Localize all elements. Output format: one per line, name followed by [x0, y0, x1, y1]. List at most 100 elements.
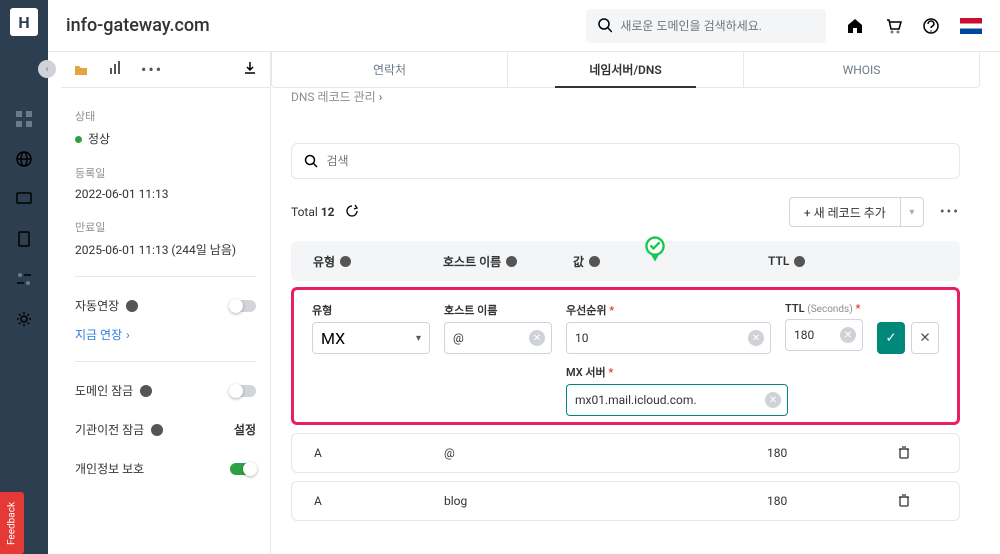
editor-host-label: 호스트 이름	[444, 302, 552, 318]
clear-icon[interactable]: ✕	[529, 330, 545, 346]
registered-value: 2022-06-01 11:13	[75, 187, 256, 201]
privacy-toggle[interactable]	[230, 463, 256, 475]
tab-nameserver-dns[interactable]: 네임서버/DNS	[508, 52, 744, 87]
auto-renew-label: 자동연장	[75, 297, 119, 314]
column-ttl: TTL	[768, 254, 898, 268]
confirm-button[interactable]: ✓	[877, 322, 905, 354]
verified-badge-icon	[641, 236, 669, 264]
left-panel: 상태 정상 등록일 2022-06-01 11:13 만료일 2025-06-0…	[61, 88, 271, 554]
info-icon[interactable]	[793, 255, 806, 268]
toggles-icon[interactable]	[15, 270, 33, 288]
list-header: Total 12 + 새 레코드 추가 ▾ •••	[291, 197, 960, 227]
renew-now-link[interactable]: 지금 연장 ›	[75, 326, 256, 343]
brand-logo[interactable]: H	[10, 8, 38, 36]
delete-button[interactable]	[897, 493, 937, 510]
tab-whois[interactable]: WHOIS	[744, 52, 979, 87]
record-total: Total 12	[291, 205, 335, 219]
editor-mx-input-wrap: ✕	[566, 384, 788, 416]
auto-renew-row: 자동연장	[75, 297, 256, 314]
add-record-button[interactable]: + 새 레코드 추가	[789, 197, 900, 227]
auto-renew-toggle[interactable]	[230, 300, 256, 312]
globe-icon[interactable]	[15, 150, 33, 168]
clear-icon[interactable]: ✕	[748, 330, 764, 346]
domain-lock-row: 도메인 잠금	[75, 382, 256, 399]
tab-contacts[interactable]: 연락처	[272, 52, 508, 87]
chevron-down-icon: ▾	[416, 333, 421, 344]
dashboard-icon[interactable]	[15, 110, 33, 128]
home-icon[interactable]	[846, 17, 864, 35]
row-type: A	[314, 494, 444, 508]
gear-icon[interactable]	[15, 310, 33, 328]
search-icon	[304, 154, 318, 169]
bars-icon[interactable]	[107, 60, 123, 76]
feedback-tab[interactable]: Feedback	[0, 492, 24, 554]
monitor-icon[interactable]	[15, 190, 33, 208]
info-icon[interactable]	[139, 384, 153, 398]
row-ttl: 180	[767, 446, 897, 460]
record-search-input[interactable]	[326, 154, 947, 168]
editor-priority-label: 우선순위 *	[566, 302, 771, 318]
editor-mx-input[interactable]	[575, 393, 779, 407]
transfer-lock-label: 기관이전 잠금	[75, 421, 144, 438]
divider	[75, 276, 256, 277]
collapse-rail-button[interactable]: ‹	[38, 60, 56, 78]
divider	[75, 361, 256, 362]
info-icon[interactable]	[505, 255, 518, 268]
editor-priority-input[interactable]	[575, 331, 762, 345]
global-search[interactable]	[586, 9, 826, 43]
table-row[interactable]: A @ 180	[291, 433, 960, 473]
row-ttl: 180	[767, 494, 897, 508]
add-record: + 새 레코드 추가 ▾	[789, 197, 924, 227]
side-toolbar: •••	[61, 52, 271, 88]
row-host: @	[444, 446, 574, 460]
privacy-label: 개인정보 보호	[75, 460, 144, 477]
row-type: A	[314, 446, 444, 460]
refresh-button[interactable]	[345, 203, 359, 222]
global-search-input[interactable]	[620, 19, 814, 33]
record-search[interactable]	[291, 143, 960, 179]
info-icon[interactable]	[588, 255, 601, 268]
info-icon[interactable]	[339, 255, 352, 268]
search-icon	[598, 18, 612, 34]
domain-lock-toggle[interactable]	[230, 385, 256, 397]
document-icon[interactable]	[15, 230, 33, 248]
status-label: 상태	[75, 108, 256, 124]
editor-host-input-wrap: ✕	[444, 322, 552, 354]
section-title: DNS 레코드 관리 ›	[271, 88, 980, 105]
info-icon[interactable]	[150, 423, 164, 437]
topbar: info-gateway.com	[48, 0, 1000, 52]
support-icon[interactable]	[922, 17, 940, 35]
tabs: 연락처 네임서버/DNS WHOIS	[271, 52, 980, 88]
clear-icon[interactable]: ✕	[840, 327, 856, 343]
column-host: 호스트 이름	[443, 253, 573, 270]
add-record-dropdown[interactable]: ▾	[900, 197, 924, 227]
editor-ttl-label: TTL (Seconds) *	[785, 302, 863, 315]
left-rail: H	[0, 0, 48, 554]
toolbar-more-icon[interactable]: •••	[141, 60, 163, 79]
cart-icon[interactable]	[884, 17, 902, 35]
language-flag[interactable]	[960, 18, 982, 34]
domain-lock-label: 도메인 잠금	[75, 382, 133, 399]
top-icons	[846, 17, 982, 35]
registered-label: 등록일	[75, 165, 256, 181]
privacy-row: 개인정보 보호	[75, 460, 256, 477]
column-value: 값	[573, 253, 768, 270]
status-dot	[75, 136, 82, 143]
folder-icon[interactable]	[73, 62, 89, 78]
editor-ttl-input-wrap: ✕	[785, 319, 863, 351]
delete-button[interactable]	[897, 445, 937, 462]
editor-type-select[interactable]: MX▾	[312, 322, 430, 354]
chevron-right-icon: ›	[126, 328, 130, 342]
transfer-settings-link[interactable]: 설정	[234, 421, 256, 438]
row-host: blog	[444, 494, 574, 508]
list-more-icon[interactable]: •••	[940, 204, 960, 220]
status-value: 정상	[75, 130, 256, 147]
expires-label: 만료일	[75, 219, 256, 235]
info-icon[interactable]	[125, 299, 139, 313]
cancel-button[interactable]: ✕	[911, 322, 939, 354]
record-editor: 유형 MX▾ 호스트 이름 ✕ 우선순위 * ✕ TTL (Seconds) *…	[291, 287, 960, 425]
table-row[interactable]: A blog 180	[291, 481, 960, 521]
clear-icon[interactable]: ✕	[765, 392, 781, 408]
editor-type-label: 유형	[312, 302, 430, 318]
download-icon[interactable]	[242, 60, 258, 76]
